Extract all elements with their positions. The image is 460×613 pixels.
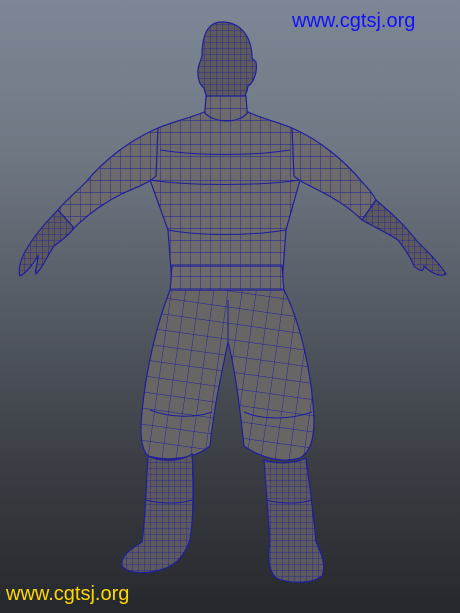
left-hand-mesh — [18, 209, 75, 277]
watermark-top: www.cgtsj.org — [292, 10, 416, 32]
pants-mesh — [140, 289, 315, 461]
right-boot-mesh — [263, 457, 325, 583]
left-arm-mesh — [57, 127, 159, 229]
torso-mesh — [149, 111, 301, 285]
character-wireframe-model — [18, 21, 447, 583]
left-boot-mesh — [121, 452, 194, 574]
watermark-bottom: www.cgtsj.org — [6, 583, 130, 605]
right-hand-mesh — [361, 199, 447, 276]
3d-viewport[interactable]: www.cgtsj.org www.cgtsj.org — [0, 0, 460, 613]
right-arm-mesh — [291, 127, 377, 221]
belt-mesh — [169, 265, 285, 293]
